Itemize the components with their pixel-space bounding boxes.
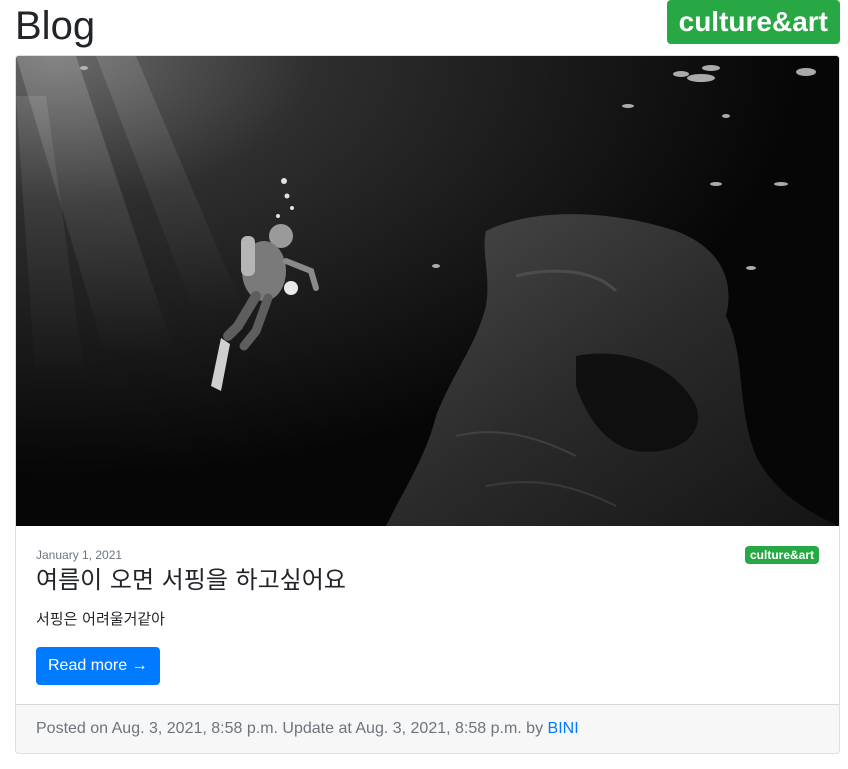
- update-prefix: Update at: [282, 720, 352, 737]
- post-summary: 서핑은 어려울거같아: [36, 610, 165, 628]
- post-card-body: January 1, 2021 culture&art 여름이 오면 서핑을 하…: [16, 526, 839, 704]
- underwater-diver-photo: [16, 56, 839, 526]
- post-card: January 1, 2021 culture&art 여름이 오면 서핑을 하…: [15, 55, 840, 754]
- post-category-badge[interactable]: culture&art: [744, 546, 819, 564]
- post-date: January 1, 2021: [36, 548, 123, 562]
- page: Blog culture&art January 1, 2021 culture…: [0, 0, 848, 769]
- posted-prefix: Posted on: [36, 720, 109, 737]
- post-footer: Posted on Aug. 3, 2021, 8:58 p.m. Update…: [16, 704, 839, 753]
- post-title[interactable]: 여름이 오면 서핑을 하고싶어요: [36, 564, 346, 596]
- read-more-button[interactable]: Read more →: [36, 647, 160, 685]
- page-title: Blog: [15, 4, 96, 48]
- posted-at: Aug. 3, 2021, 8:58 p.m.: [111, 720, 278, 737]
- post-meta: Posted on Aug. 3, 2021, 8:58 p.m. Update…: [36, 705, 579, 753]
- post-image: [16, 56, 839, 526]
- category-badge-header[interactable]: culture&art: [666, 0, 840, 44]
- page-header: Blog culture&art: [15, 0, 840, 52]
- updated-at: Aug. 3, 2021, 8:58 p.m.: [355, 720, 522, 737]
- author-link[interactable]: BINI: [548, 720, 579, 737]
- by-prefix: by: [526, 720, 544, 737]
